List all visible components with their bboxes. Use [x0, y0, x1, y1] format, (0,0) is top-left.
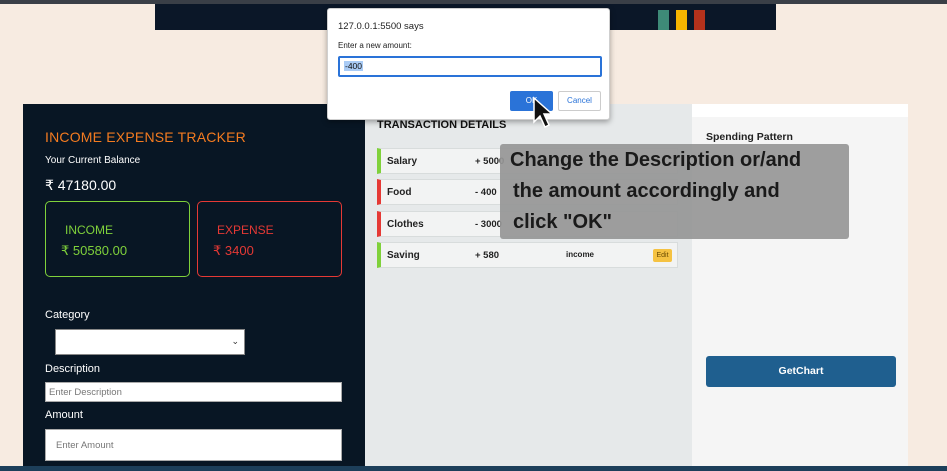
prompt-dialog: 127.0.0.1:5500 says Enter a new amount: …	[327, 8, 610, 120]
edit-button[interactable]: Edit	[653, 249, 672, 262]
income-label: INCOME	[65, 223, 113, 237]
get-chart-button[interactable]: GetChart	[706, 356, 896, 387]
transaction-amount: - 3000	[475, 219, 502, 230]
transaction-row[interactable]: Saving + 580 income Edit	[377, 242, 678, 268]
balance-value: ₹ 47180.00	[45, 177, 117, 193]
amount-placeholder: Enter Amount	[56, 440, 114, 451]
chevron-down-icon: ⌄	[231, 336, 239, 346]
amount-label: Amount	[45, 409, 83, 421]
cancel-button[interactable]: Cancel	[558, 91, 601, 111]
chart-panel-header	[692, 104, 908, 117]
transaction-amount: + 580	[475, 250, 500, 261]
income-card: INCOME ₹ 50580.00	[45, 201, 190, 277]
tooltip-line-2: the amount accordingly and	[513, 180, 780, 202]
description-label: Description	[45, 363, 101, 375]
category-label: Category	[45, 309, 90, 321]
app-title: INCOME EXPENSE TRACKER	[45, 129, 246, 145]
banner-stripe-green	[658, 10, 669, 30]
expense-value: ₹ 3400	[213, 243, 254, 258]
spending-pattern-title: Spending Pattern	[706, 131, 793, 143]
category-select[interactable]: ⌄	[55, 329, 245, 355]
dialog-input-value: -400	[344, 61, 364, 71]
transaction-name: Food	[387, 187, 412, 198]
expense-label: EXPENSE	[217, 223, 274, 237]
transactions-title: TRANSACTION DETAILS	[377, 119, 507, 131]
expense-card: EXPENSE ₹ 3400	[197, 201, 342, 277]
banner-stripe-yellow	[676, 10, 687, 30]
description-placeholder: Enter Description	[49, 387, 122, 398]
mouse-pointer-icon	[533, 96, 554, 129]
instruction-tooltip: Change the Description or/and the amount…	[500, 144, 849, 239]
income-value: ₹ 50580.00	[61, 243, 128, 258]
tracker-panel: INCOME EXPENSE TRACKER Your Current Bala…	[23, 104, 365, 471]
transaction-type: income	[566, 250, 595, 259]
balance-label: Your Current Balance	[45, 155, 141, 166]
transaction-name: Saving	[387, 250, 420, 261]
tooltip-line-3: click "OK"	[513, 211, 613, 233]
transaction-name: Clothes	[387, 219, 424, 230]
transaction-name: Salary	[387, 156, 418, 167]
banner-stripe-red	[694, 10, 705, 30]
transaction-amount: - 400	[475, 187, 497, 198]
amount-input[interactable]: Enter Amount	[45, 429, 342, 461]
bottom-bar	[0, 466, 947, 471]
description-input[interactable]: Enter Description	[45, 382, 342, 402]
tooltip-line-1: Change the Description or/and	[510, 149, 802, 171]
dialog-title: 127.0.0.1:5500 says	[338, 21, 424, 32]
dialog-amount-input[interactable]: -400	[338, 56, 602, 77]
dialog-message: Enter a new amount:	[338, 41, 412, 50]
